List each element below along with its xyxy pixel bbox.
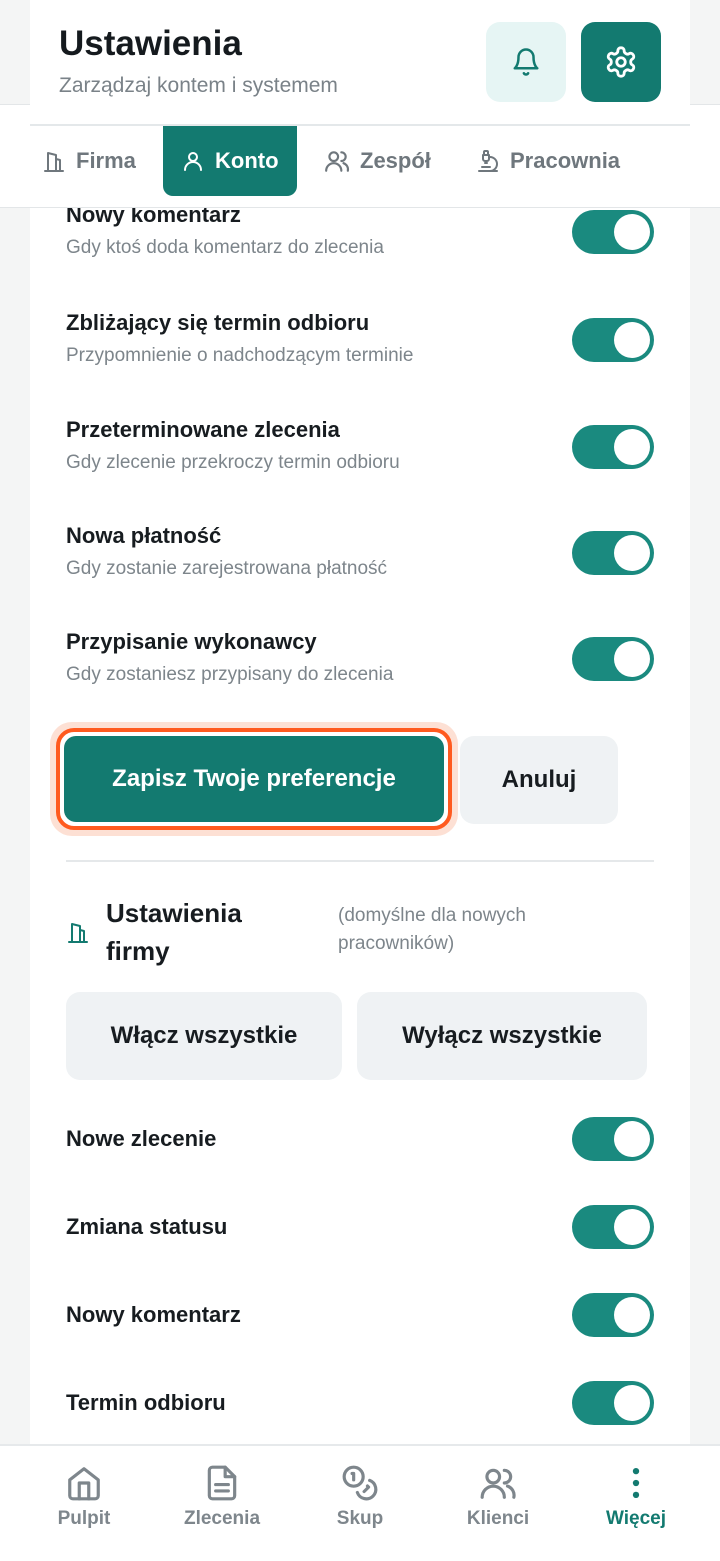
company-setting-row: Nowe zlecenie bbox=[66, 1117, 654, 1161]
nav-zlecenia[interactable]: Zlecenia bbox=[152, 1464, 292, 1530]
setting-toggle[interactable] bbox=[572, 1381, 654, 1425]
building-icon bbox=[68, 923, 88, 943]
notification-toggle[interactable] bbox=[572, 531, 654, 575]
company-setting-row: Nowy komentarz bbox=[66, 1293, 654, 1337]
notification-desc: Gdy zostanie zarejestrowana płatność bbox=[66, 558, 388, 579]
bottom-navigation: Pulpit Zlecenia Skup Klienci Więcej bbox=[0, 1444, 720, 1561]
tab-label: Zespół bbox=[360, 148, 431, 173]
page-title: Ustawienia bbox=[59, 24, 242, 63]
section-title: Ustawienia firmy bbox=[106, 898, 242, 966]
setting-title: Nowe zlecenie bbox=[66, 1126, 217, 1151]
nav-klienci[interactable]: Klienci bbox=[428, 1464, 568, 1530]
setting-title: Termin odbioru bbox=[66, 1390, 226, 1415]
company-setting-row: Zmiana statusu bbox=[66, 1205, 654, 1249]
gear-icon bbox=[606, 46, 636, 78]
document-icon bbox=[207, 1465, 237, 1501]
save-button-label: Zapisz Twoje preferencje bbox=[64, 736, 444, 822]
notification-row: Przeterminowane zlecenia Gdy zlecenie pr… bbox=[66, 417, 654, 474]
notification-desc: Przypomnienie o nadchodzącym terminie bbox=[66, 345, 414, 366]
tab-label: Konto bbox=[215, 148, 279, 173]
notification-desc: Gdy zostaniesz przypisany do zlecenia bbox=[66, 664, 394, 685]
coins-icon bbox=[342, 1465, 378, 1501]
setting-title: Zmiana statusu bbox=[66, 1214, 228, 1239]
save-preferences-button[interactable]: Zapisz Twoje preferencje bbox=[56, 728, 452, 830]
setting-title: Nowy komentarz bbox=[66, 1302, 241, 1327]
tab-label: Firma bbox=[76, 148, 136, 173]
notification-title: Nowy komentarz bbox=[66, 208, 241, 227]
company-setting-row: Termin odbioru bbox=[66, 1381, 654, 1425]
nav-wiecej[interactable]: Więcej bbox=[566, 1464, 706, 1530]
tab-zespol[interactable]: Zespół bbox=[324, 126, 431, 196]
header-card: Ustawienia Zarządzaj kontem i systemem bbox=[30, 0, 690, 126]
nav-label: Skup bbox=[336, 1508, 384, 1529]
notification-toggle[interactable] bbox=[572, 637, 654, 681]
notification-desc: Gdy ktoś doda komentarz do zlecenia bbox=[66, 237, 384, 258]
enable-all-button[interactable]: Włącz wszystkie bbox=[66, 992, 342, 1080]
home-icon bbox=[68, 1467, 100, 1501]
notification-row: Przypisanie wykonawcy Gdy zostaniesz prz… bbox=[66, 629, 654, 686]
notification-title: Zbliżający się termin odbioru bbox=[66, 310, 370, 335]
settings-content: Nowy komentarz Gdy ktoś doda komentarz d… bbox=[30, 208, 690, 1444]
users-icon bbox=[325, 151, 350, 172]
setting-toggle[interactable] bbox=[572, 1293, 654, 1337]
bell-icon bbox=[513, 48, 539, 76]
notification-toggle[interactable] bbox=[572, 318, 654, 362]
notification-row: Zbliżający się termin odbioru Przypomnie… bbox=[66, 310, 654, 367]
nav-label: Więcej bbox=[605, 1508, 667, 1529]
section-note: (domyślne dla nowych pracowników) bbox=[338, 905, 526, 954]
settings-button[interactable] bbox=[581, 22, 661, 102]
notification-desc: Gdy zlecenie przekroczy termin odbioru bbox=[66, 452, 400, 473]
notification-toggle[interactable] bbox=[572, 425, 654, 469]
notification-toggle[interactable] bbox=[572, 210, 654, 254]
cancel-button[interactable]: Anuluj bbox=[460, 736, 618, 824]
save-button-focus-ring: Zapisz Twoje preferencje bbox=[50, 722, 458, 836]
more-vertical-icon bbox=[632, 1467, 640, 1499]
users-icon bbox=[480, 1468, 516, 1499]
nav-pulpit[interactable]: Pulpit bbox=[14, 1464, 154, 1530]
notification-title: Przypisanie wykonawcy bbox=[66, 629, 317, 654]
tab-firma[interactable]: Firma bbox=[42, 126, 136, 196]
building-icon bbox=[44, 152, 64, 172]
nav-label: Zlecenia bbox=[183, 1508, 261, 1529]
disable-all-button[interactable]: Wyłącz wszystkie bbox=[357, 992, 647, 1080]
tab-pracownia[interactable]: Pracownia bbox=[476, 126, 620, 196]
page-subtitle: Zarządzaj kontem i systemem bbox=[59, 74, 338, 97]
tab-label: Pracownia bbox=[510, 148, 621, 173]
microscope-icon bbox=[478, 150, 498, 172]
notification-title: Nowa płatność bbox=[66, 523, 222, 548]
nav-label: Pulpit bbox=[57, 1508, 111, 1529]
notification-title: Przeterminowane zlecenia bbox=[66, 417, 340, 442]
settings-tabs: Firma Konto Zespół Pracownia bbox=[30, 126, 690, 196]
setting-toggle[interactable] bbox=[572, 1205, 654, 1249]
notification-row: Nowy komentarz Gdy ktoś doda komentarz d… bbox=[66, 208, 654, 259]
tab-konto[interactable]: Konto bbox=[163, 126, 297, 196]
nav-skup[interactable]: Skup bbox=[290, 1464, 430, 1530]
setting-toggle[interactable] bbox=[572, 1117, 654, 1161]
notifications-button[interactable] bbox=[486, 22, 566, 102]
page-header: Ustawienia Zarządzaj kontem i systemem F… bbox=[0, 0, 720, 208]
notification-row: Nowa płatność Gdy zostanie zarejestrowan… bbox=[66, 523, 654, 580]
user-icon bbox=[184, 152, 202, 171]
nav-label: Klienci bbox=[466, 1508, 530, 1529]
section-divider bbox=[66, 860, 654, 862]
